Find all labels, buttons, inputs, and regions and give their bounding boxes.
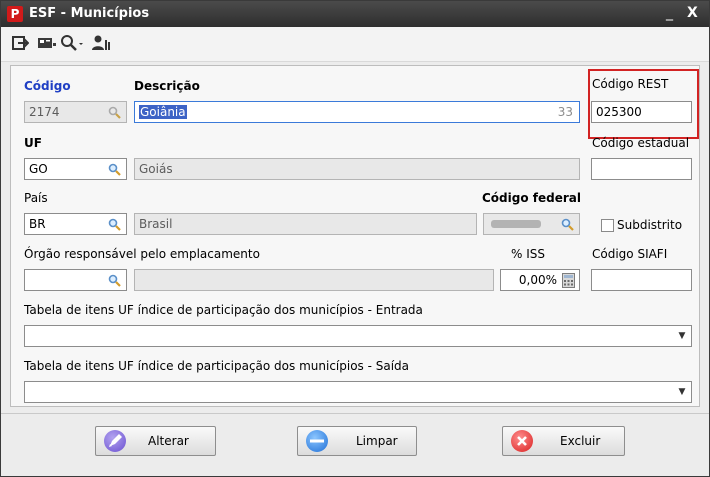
close-button[interactable]: X — [687, 4, 698, 22]
edit-icon — [104, 430, 126, 452]
uf-name-field: Goiás — [134, 158, 580, 180]
pais-name-value: Brasil — [139, 217, 173, 231]
pais-name-field: Brasil — [134, 213, 477, 235]
siafi-field[interactable] — [591, 269, 692, 291]
subdistrito-label: Subdistrito — [617, 218, 683, 232]
iss-label: % ISS — [511, 247, 545, 261]
app-logo-icon: P — [7, 6, 23, 22]
uf-label: UF — [24, 136, 42, 150]
chevron-down-icon[interactable]: ▼ — [677, 386, 687, 398]
exit-icon[interactable] — [11, 34, 30, 52]
descricao-field[interactable]: Goiânia 33 — [134, 101, 580, 123]
descricao-value: Goiânia — [139, 105, 187, 119]
descricao-label: Descrição — [134, 79, 200, 93]
pais-label: País — [24, 191, 48, 205]
excluir-label: Excluir — [560, 434, 601, 448]
orgao-label: Órgão responsável pelo emplacamento — [24, 247, 260, 261]
magnifier-icon — [108, 106, 121, 119]
municipios-window: P ESF - Municípios _ X Código Descrição … — [0, 0, 710, 477]
footer-divider — [1, 413, 709, 414]
uf-code-value: GO — [29, 162, 48, 176]
calculator-icon[interactable] — [562, 273, 575, 288]
codigo-federal-search-icon[interactable] — [561, 218, 575, 232]
tabela-entrada-label: Tabela de itens UF índice de participaçã… — [24, 303, 423, 317]
codigo-federal-blurred-value — [491, 220, 541, 228]
codigo-rest-label: Código REST — [592, 77, 669, 91]
siafi-label: Código SIAFI — [592, 247, 668, 261]
pais-code-value: BR — [29, 217, 46, 231]
uf-name-value: Goiás — [139, 162, 173, 176]
tabela-entrada-dropdown[interactable]: ▼ — [24, 325, 692, 347]
orgao-code-field[interactable] — [24, 269, 127, 291]
delete-icon — [511, 430, 533, 452]
excluir-button[interactable]: Excluir — [502, 426, 625, 456]
toolbar — [1, 27, 709, 62]
codigo-estadual-field[interactable] — [591, 158, 692, 180]
form-panel: Código Descrição Código REST 2174 Goiâni… — [10, 65, 700, 407]
codigo-rest-value: 025300 — [596, 105, 642, 119]
uf-search-icon[interactable] — [108, 163, 122, 177]
chevron-down-icon[interactable]: ▼ — [677, 330, 687, 342]
descricao-char-counter: 33 — [557, 105, 573, 119]
title-bar: P ESF - Municípios _ X — [1, 1, 709, 27]
codigo-estadual-label: Código estadual — [592, 136, 690, 150]
codigo-rest-field[interactable]: 025300 — [591, 101, 692, 123]
pais-search-icon[interactable] — [108, 218, 122, 232]
codigo-value: 2174 — [29, 105, 60, 119]
minus-icon — [306, 430, 328, 452]
codigo-federal-label: Código federal — [482, 191, 581, 205]
orgao-name-field — [134, 269, 494, 291]
codigo-field[interactable]: 2174 — [24, 101, 127, 123]
alterar-button[interactable]: Alterar — [95, 426, 216, 456]
search-icon[interactable] — [60, 34, 84, 52]
alterar-label: Alterar — [148, 434, 189, 448]
limpar-button[interactable]: Limpar — [297, 426, 417, 456]
iss-field[interactable]: 0,00% — [500, 269, 580, 291]
codigo-label: Código — [24, 79, 71, 93]
window-title: ESF - Municípios — [29, 6, 150, 21]
pais-code-field[interactable]: BR — [24, 213, 127, 235]
minimize-button[interactable]: _ — [666, 4, 673, 22]
subdistrito-checkbox[interactable] — [601, 219, 614, 232]
limpar-label: Limpar — [356, 434, 398, 448]
card-icon[interactable] — [37, 34, 56, 52]
user-icon[interactable] — [91, 34, 110, 52]
iss-value: 0,00% — [518, 273, 557, 287]
codigo-federal-field[interactable] — [483, 213, 580, 235]
tabela-saida-dropdown[interactable]: ▼ — [24, 381, 692, 403]
uf-code-field[interactable]: GO — [24, 158, 127, 180]
tabela-saida-label: Tabela de itens UF índice de participaçã… — [24, 359, 410, 373]
orgao-search-icon[interactable] — [108, 274, 122, 288]
